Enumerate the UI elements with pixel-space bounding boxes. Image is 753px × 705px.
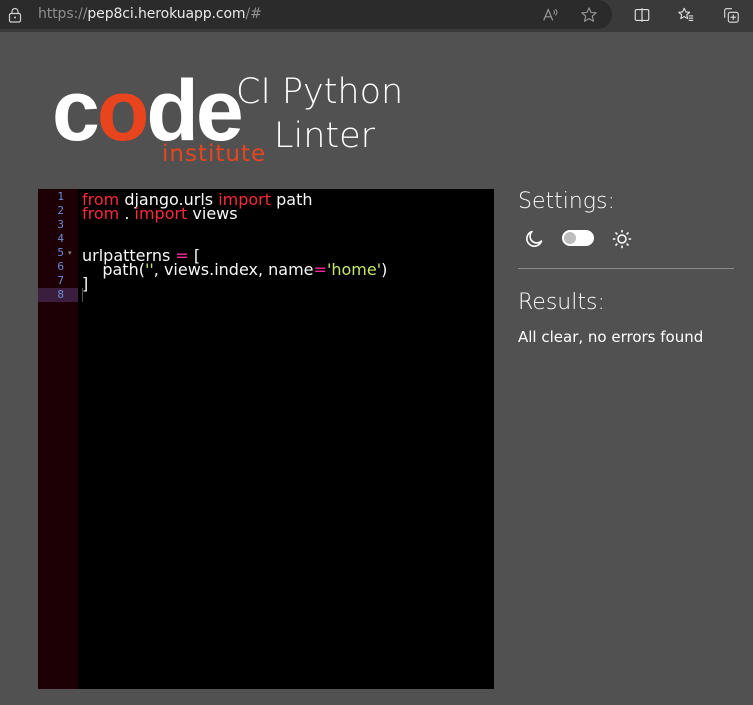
- code-token: path: [271, 190, 313, 209]
- collections-icon[interactable]: [721, 5, 741, 25]
- code-token: path(: [82, 260, 145, 279]
- line-number: 1: [57, 190, 64, 203]
- title-line-2: Linter: [274, 116, 376, 156]
- url-text[interactable]: https://pep8ci.herokuapp.com/#: [38, 6, 262, 22]
- lock-icon[interactable]: [8, 7, 22, 23]
- sun-icon: [612, 229, 632, 249]
- results-message: All clear, no errors found: [518, 328, 704, 346]
- line-number: 6: [57, 260, 64, 273]
- line-number: 8: [38, 288, 78, 302]
- results-heading: Results:: [518, 290, 605, 315]
- url-scheme: https://: [38, 6, 88, 22]
- code-token: ): [381, 260, 388, 279]
- code-input-area[interactable]: from django.urls import path from . impor…: [78, 189, 494, 689]
- read-aloud-icon[interactable]: [540, 5, 560, 25]
- url-host: pep8ci.herokuapp.com: [87, 6, 246, 22]
- page-title: CI Python Linter: [236, 70, 403, 158]
- moon-icon: [524, 229, 544, 249]
- code-token: views: [187, 204, 238, 223]
- keyword-token: import: [134, 204, 188, 223]
- toggle-knob: [564, 232, 576, 244]
- theme-toggle[interactable]: [562, 230, 594, 246]
- keyword-token: from: [82, 204, 120, 223]
- favorite-star-icon[interactable]: [579, 5, 599, 25]
- section-divider: [518, 268, 734, 269]
- line-number: 4: [57, 232, 64, 245]
- address-bar[interactable]: https://pep8ci.herokuapp.com/#: [0, 0, 612, 29]
- split-screen-icon[interactable]: [632, 5, 652, 25]
- string-token: '': [144, 260, 154, 279]
- text-cursor: [82, 288, 83, 302]
- code-token: .: [119, 204, 135, 223]
- code-line: from . import views: [82, 204, 238, 223]
- line-number: 3: [57, 218, 64, 231]
- favorites-list-icon[interactable]: [676, 5, 696, 25]
- url-path: /#: [245, 6, 262, 22]
- code-editor[interactable]: 1 2 3 4 5 ▾ 6 7 8 from django.urls import path fr…: [38, 189, 494, 689]
- line-number: 7: [57, 274, 64, 287]
- line-number-gutter: 1 2 3 4 5 ▾ 6 7 8: [38, 189, 78, 689]
- title-line-1: CI Python: [236, 72, 404, 112]
- code-line: path('', views.index, name='home'): [82, 260, 387, 279]
- fold-arrow-icon[interactable]: ▾: [68, 246, 76, 260]
- settings-heading: Settings:: [518, 189, 615, 214]
- operator-token: =: [313, 260, 327, 279]
- line-number: 2: [57, 204, 64, 217]
- code-token: , views.index, name: [153, 260, 314, 279]
- browser-toolbar: https://pep8ci.herokuapp.com/#: [0, 0, 753, 32]
- string-token: 'home': [326, 260, 382, 279]
